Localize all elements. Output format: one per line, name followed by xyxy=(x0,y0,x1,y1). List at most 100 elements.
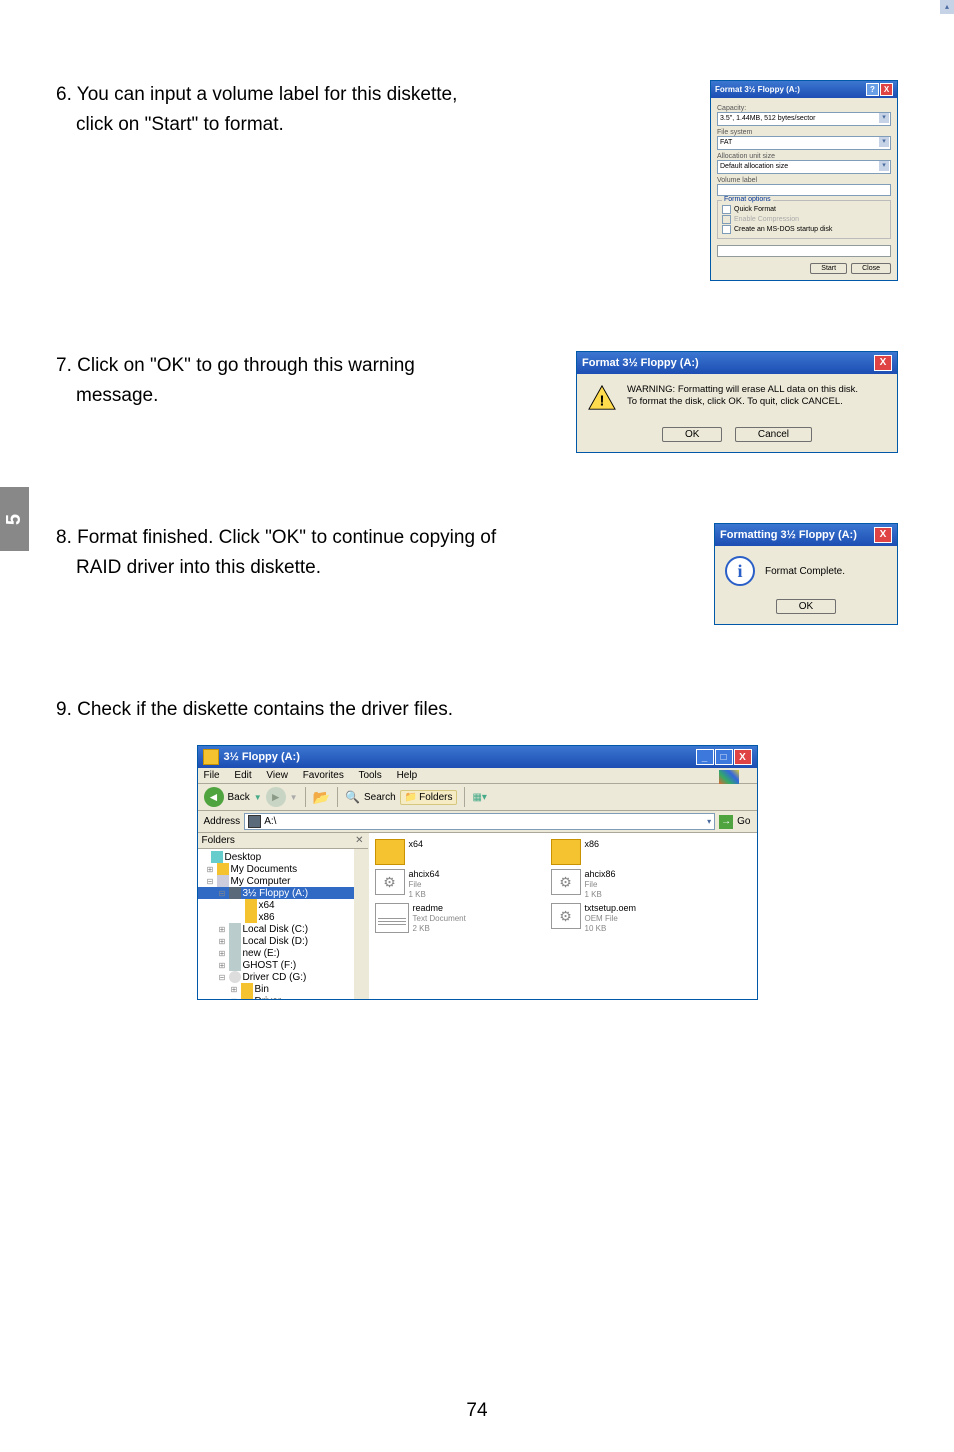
warning-dialog-title: Format 3½ Floppy (A:) xyxy=(582,357,873,369)
close-button[interactable]: Close xyxy=(851,263,891,274)
svg-text:!: ! xyxy=(600,392,605,409)
forward-button-icon[interactable]: ► xyxy=(266,787,286,807)
tree-locald[interactable]: ⊞Local Disk (D:) xyxy=(198,935,354,947)
file-x86[interactable]: x86 xyxy=(551,839,721,865)
file-txtsetup[interactable]: txtsetup.oem OEM File 10 KB xyxy=(551,903,721,933)
setup-file-icon xyxy=(551,903,581,929)
floppy-icon xyxy=(248,815,261,828)
drive-icon xyxy=(229,959,241,971)
views-button-icon[interactable]: ▦▾ xyxy=(472,792,486,803)
ok-button[interactable]: OK xyxy=(776,599,836,614)
go-button-icon[interactable]: → xyxy=(719,815,733,829)
menu-help[interactable]: Help xyxy=(397,770,418,781)
drive-icon xyxy=(229,923,241,935)
volume-label: Volume label xyxy=(717,177,891,184)
format-dialog-title-bar: Format 3½ Floppy (A:) ? X xyxy=(711,81,897,98)
format-options-title: Format options xyxy=(722,196,773,203)
folder-icon xyxy=(245,911,257,923)
go-button-label[interactable]: Go xyxy=(737,816,750,827)
tree-newe[interactable]: ⊞new (E:) xyxy=(198,947,354,959)
menu-favorites[interactable]: Favorites xyxy=(303,770,344,781)
menu-bar: File Edit View Favorites Tools Help xyxy=(198,768,757,784)
menu-file[interactable]: File xyxy=(204,770,220,781)
cancel-button[interactable]: Cancel xyxy=(735,427,812,442)
tree-cd[interactable]: ⊟Driver CD (G:) xyxy=(198,971,354,983)
text-file-icon xyxy=(375,903,409,933)
tree-mycomputer[interactable]: ⊟My Computer xyxy=(198,875,354,887)
alloc-select[interactable]: Default allocation size xyxy=(717,160,891,174)
help-icon[interactable]: ? xyxy=(866,83,879,96)
windows-logo-icon xyxy=(719,770,739,784)
step-7-text-line2: message. xyxy=(56,381,546,411)
warning-text-line2: To format the disk, click OK. To quit, c… xyxy=(627,396,858,408)
address-input[interactable]: A:\ ▾ xyxy=(244,813,715,830)
volume-input[interactable] xyxy=(717,184,891,196)
capacity-label: Capacity: xyxy=(717,105,891,112)
drive-icon xyxy=(229,935,241,947)
back-button-label[interactable]: Back xyxy=(228,792,250,803)
file-ahcix86[interactable]: ahcix86 File 1 KB xyxy=(551,869,721,899)
minimize-icon[interactable]: _ xyxy=(696,749,714,765)
menu-tools[interactable]: Tools xyxy=(358,770,381,781)
tree-localc[interactable]: ⊞Local Disk (C:) xyxy=(198,923,354,935)
folder-tree: Desktop ⊞My Documents ⊟My Computer ⊟3½ F… xyxy=(198,849,354,999)
filesystem-select[interactable]: FAT xyxy=(717,136,891,150)
warning-buttons: OK Cancel xyxy=(577,424,897,452)
tree-bin[interactable]: ⊞Bin xyxy=(198,983,354,995)
alloc-label: Allocation unit size xyxy=(717,153,891,160)
tree-driver[interactable]: ⊟Driver xyxy=(198,995,354,999)
tree-x86[interactable]: x86 xyxy=(198,911,354,923)
menu-view[interactable]: View xyxy=(266,770,288,781)
ok-button[interactable]: OK xyxy=(662,427,722,442)
menu-edit[interactable]: Edit xyxy=(234,770,251,781)
file-ahcix64[interactable]: ahcix64 File 1 KB xyxy=(375,869,545,899)
page-number: 74 xyxy=(0,1400,954,1422)
close-icon[interactable]: X xyxy=(734,749,752,765)
tree-floppy[interactable]: ⊟3½ Floppy (A:) xyxy=(198,887,354,899)
warning-text-line1: WARNING: Formatting will erase ALL data … xyxy=(627,384,858,396)
search-icon[interactable]: 🔍 xyxy=(345,790,360,804)
format-dialog: Format 3½ Floppy (A:) ? X Capacity: 3.5"… xyxy=(710,80,898,281)
drive-icon xyxy=(229,947,241,959)
complete-dialog-title-bar: Formatting 3½ Floppy (A:) X xyxy=(715,524,897,546)
back-button-icon[interactable]: ◄ xyxy=(204,787,224,807)
complete-dialog: Formatting 3½ Floppy (A:) X i Format Com… xyxy=(714,523,898,625)
msdos-startup-checkbox[interactable]: Create an MS-DOS startup disk xyxy=(722,225,886,234)
maximize-icon[interactable]: □ xyxy=(715,749,733,765)
warning-dialog: Format 3½ Floppy (A:) X ! WARNING: Forma… xyxy=(576,351,898,453)
close-icon[interactable]: X xyxy=(874,527,892,543)
address-label: Address xyxy=(204,816,241,827)
start-button[interactable]: Start xyxy=(810,263,847,274)
tree-desktop[interactable]: Desktop xyxy=(198,851,354,863)
tree-x64[interactable]: x64 xyxy=(198,899,354,911)
file-list: x64 x86 ahcix64 File 1 KB xyxy=(369,833,757,999)
address-value: A:\ xyxy=(264,816,276,827)
setup-file-icon xyxy=(375,869,405,895)
enable-compression-checkbox: Enable Compression xyxy=(722,215,886,224)
forward-dropdown-icon[interactable]: ▼ xyxy=(290,793,298,802)
address-dropdown-icon[interactable]: ▾ xyxy=(707,817,711,826)
format-options-group: Format options Quick Format Enable Compr… xyxy=(717,200,891,239)
warning-dialog-title-bar: Format 3½ Floppy (A:) X xyxy=(577,352,897,374)
setup-file-icon xyxy=(551,869,581,895)
file-x64[interactable]: x64 xyxy=(375,839,545,865)
address-bar: Address A:\ ▾ → Go xyxy=(198,811,757,833)
folder-icon xyxy=(375,839,405,865)
up-button-icon[interactable]: 📂 xyxy=(313,789,330,806)
sidebar-close-icon[interactable]: ✕ xyxy=(355,835,363,846)
format-dialog-title: Format 3½ Floppy (A:) xyxy=(715,85,865,94)
quick-format-checkbox[interactable]: Quick Format xyxy=(722,205,886,214)
capacity-select[interactable]: 3.5", 1.44MB, 512 bytes/sector xyxy=(717,112,891,126)
complete-buttons: OK xyxy=(715,596,897,624)
search-button-label[interactable]: Search xyxy=(364,792,396,803)
file-readme[interactable]: readme Text Document 2 KB xyxy=(375,903,545,933)
tree-mydocs[interactable]: ⊞My Documents xyxy=(198,863,354,875)
sidebar-title: Folders xyxy=(202,835,356,846)
complete-message: Format Complete. xyxy=(765,566,845,577)
close-icon[interactable]: X xyxy=(880,83,893,96)
close-icon[interactable]: X xyxy=(874,355,892,371)
folders-button[interactable]: 📁 Folders xyxy=(400,790,458,805)
tree-ghost[interactable]: ⊞GHOST (F:) xyxy=(198,959,354,971)
step-6-text-line1: 6. You can input a volume label for this… xyxy=(56,80,546,110)
back-dropdown-icon[interactable]: ▼ xyxy=(254,793,262,802)
